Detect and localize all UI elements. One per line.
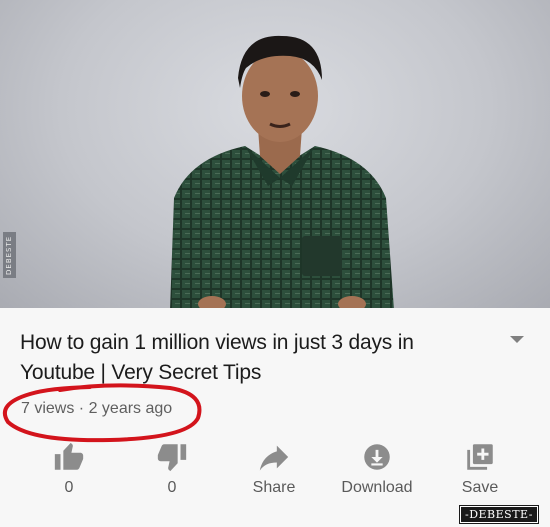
- video-title: How to gain 1 million views in just 3 da…: [20, 331, 414, 384]
- dislike-count: 0: [167, 479, 177, 496]
- screenshot: DEBESTE How to gain 1 million views in j…: [0, 0, 550, 527]
- share-label: Share: [252, 479, 296, 496]
- download-icon: [364, 444, 390, 470]
- video-details: How to gain 1 million views in just 3 da…: [0, 308, 550, 527]
- save-button[interactable]: Save: [425, 434, 535, 504]
- side-watermark: DEBESTE: [3, 232, 16, 278]
- share-arrow-icon: [259, 445, 289, 471]
- download-label: Download: [341, 479, 413, 496]
- site-watermark: -DEBESTE-: [458, 505, 540, 524]
- share-button[interactable]: Share: [219, 434, 329, 504]
- dislike-button[interactable]: 0: [117, 434, 227, 504]
- chevron-down-icon[interactable]: [510, 336, 524, 343]
- presenter-figure: [170, 35, 394, 308]
- like-count: 0: [64, 479, 74, 496]
- video-player[interactable]: DEBESTE: [0, 0, 550, 308]
- thumbs-up-icon: [54, 442, 84, 470]
- like-button[interactable]: 0: [14, 434, 124, 504]
- add-to-playlist-icon: [467, 444, 493, 470]
- view-count-and-date: 7 views · 2 years ago: [21, 400, 173, 417]
- download-button[interactable]: Download: [322, 434, 432, 504]
- action-bar: 0 0 Share Download Save: [0, 434, 550, 504]
- thumbs-down-icon: [157, 444, 187, 472]
- save-label: Save: [461, 479, 499, 496]
